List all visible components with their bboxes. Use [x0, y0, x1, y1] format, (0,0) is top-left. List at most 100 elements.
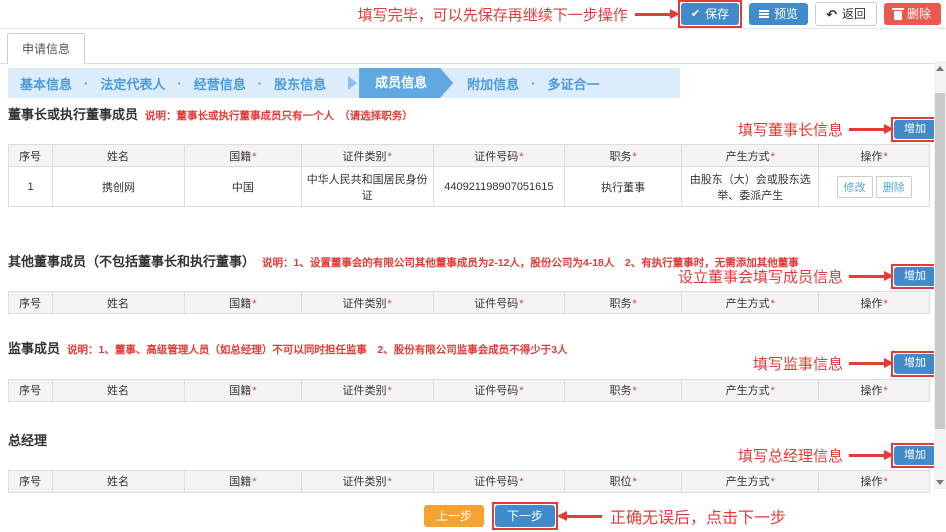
cell-actions: 修改 删除: [819, 167, 930, 207]
annotation-arrow-right-icon: [849, 275, 885, 278]
col-actions: 操作*: [819, 470, 930, 492]
step-member-info-active[interactable]: 成员信息: [359, 68, 453, 98]
vertical-scrollbar[interactable]: [934, 61, 946, 489]
section-title: 总经理: [8, 430, 47, 449]
step-chevron-icon: [348, 76, 357, 90]
step-shareholder-info[interactable]: 股东信息: [262, 74, 338, 93]
content-area: 基本信息 · 法定代表人 · 经营信息 · 股东信息 成员信息 附加信息 · 多…: [0, 68, 946, 493]
table-row: 1 携创网 中国 中华人民共和国居民身份证 440921198907051615…: [9, 167, 930, 207]
step-basic-info[interactable]: 基本信息: [8, 74, 84, 93]
add-button-highlight-box: 增加: [891, 117, 939, 142]
cell-id-type: 中华人民共和国居民身份证: [301, 167, 433, 207]
col-name: 姓名: [53, 145, 185, 167]
col-actions: 操作*: [819, 145, 930, 167]
step-legal-representative[interactable]: 法定代表人: [88, 74, 177, 93]
save-annotation-text: 填写完毕，可以先保存再继续下一步操作: [358, 4, 628, 25]
col-id-number: 证件号码*: [433, 292, 565, 314]
col-id-type: 证件类别*: [301, 145, 433, 167]
add-general-manager-button[interactable]: 增加: [894, 446, 936, 465]
col-id-type: 证件类别*: [301, 379, 433, 401]
col-position: 职位*: [565, 470, 682, 492]
col-method: 产生方式*: [682, 145, 819, 167]
col-seq: 序号: [9, 292, 53, 314]
add-annotation-text: 设立董事会填写成员信息: [678, 266, 843, 287]
col-method: 产生方式*: [682, 470, 819, 492]
save-button-label: 保存: [705, 7, 729, 21]
section-general-manager: 总经理 填写总经理信息 增加 序号 姓名 国籍* 证件类别* 证件号码* 职位*…: [8, 430, 930, 493]
table-header-row: 序号 姓名 国籍* 证件类别* 证件号码* 职务* 产生方式* 操作*: [9, 379, 930, 401]
steps-nav: 基本信息 · 法定代表人 · 经营信息 · 股东信息 成员信息 附加信息 · 多…: [8, 68, 680, 98]
col-id-number: 证件号码*: [433, 470, 565, 492]
col-seq: 序号: [9, 470, 53, 492]
delete-button-label: 删除: [907, 7, 931, 21]
section-other-directors: 其他董事成员（不包括董事长和执行董事） 说明：1、设置董事会的有限公司其他董事成…: [8, 251, 930, 314]
col-name: 姓名: [53, 379, 185, 401]
section-note: 说明：董事长或执行董事成员只有一个人 （请选择职务）: [145, 108, 413, 123]
col-id-number: 证件号码*: [433, 379, 565, 401]
col-id-type: 证件类别*: [301, 292, 433, 314]
preview-button-label: 预览: [774, 7, 798, 21]
next-step-button[interactable]: 下一步: [495, 505, 555, 527]
add-annotation-text: 填写董事长信息: [738, 119, 843, 140]
add-button-highlight-box: 增加: [891, 264, 939, 289]
section-chairman: 董事长或执行董事成员 说明：董事长或执行董事成员只有一个人 （请选择职务） 填写…: [8, 104, 930, 207]
col-seq: 序号: [9, 145, 53, 167]
step-additional-info[interactable]: 附加信息: [455, 74, 531, 93]
col-name: 姓名: [53, 470, 185, 492]
col-seq: 序号: [9, 379, 53, 401]
section-title: 监事成员: [8, 338, 60, 357]
edit-row-button[interactable]: 修改: [837, 176, 873, 198]
col-nationality: 国籍*: [184, 145, 301, 167]
save-button-highlight-box: ✔ 保存: [678, 0, 742, 28]
delete-button[interactable]: 删除: [884, 3, 941, 25]
footer: 上一步 下一步 正确无误后，点击下一步: [424, 502, 786, 530]
save-button[interactable]: ✔ 保存: [681, 3, 739, 25]
cell-name: 携创网: [53, 167, 185, 207]
general-manager-table: 序号 姓名 国籍* 证件类别* 证件号码* 职位* 产生方式* 操作*: [8, 470, 930, 493]
col-nationality: 国籍*: [184, 292, 301, 314]
step-multi-cert[interactable]: 多证合一: [535, 74, 611, 93]
section-title: 董事长或执行董事成员: [8, 104, 138, 123]
preview-button[interactable]: 预览: [749, 3, 808, 25]
scrollbar-down-icon[interactable]: [934, 475, 946, 489]
col-position: 职务*: [565, 379, 682, 401]
add-annotation-text: 填写监事信息: [753, 353, 843, 374]
annotation-arrow-right-icon: [849, 128, 885, 131]
tab-application-info[interactable]: 申请信息: [7, 33, 85, 64]
annotation-arrow-left-icon: [566, 515, 602, 518]
col-method: 产生方式*: [682, 292, 819, 314]
supervisors-table: 序号 姓名 国籍* 证件类别* 证件号码* 职务* 产生方式* 操作*: [8, 379, 930, 402]
col-method: 产生方式*: [682, 379, 819, 401]
back-button[interactable]: ↶ 返回: [815, 2, 877, 26]
scrollbar-up-icon[interactable]: [934, 61, 946, 75]
col-position: 职务*: [565, 292, 682, 314]
cell-method: 由股东（大）会或股东选举、委派产生: [682, 167, 819, 207]
section-title: 其他董事成员（不包括董事长和执行董事）: [8, 251, 255, 270]
section-supervisors: 监事成员 说明：1、董事、高级管理人员（如总经理）不可以同时担任监事 2、股份有…: [8, 338, 930, 401]
step-business-info[interactable]: 经营信息: [182, 74, 258, 93]
annotation-arrow-right-icon: [849, 454, 885, 457]
col-nationality: 国籍*: [184, 470, 301, 492]
prev-step-button[interactable]: 上一步: [424, 505, 484, 527]
add-director-button[interactable]: 增加: [894, 267, 936, 286]
cell-seq: 1: [9, 167, 53, 207]
list-lines-icon: [759, 13, 769, 15]
add-button-highlight-box: 增加: [891, 443, 939, 468]
col-id-number: 证件号码*: [433, 145, 565, 167]
other-directors-table: 序号 姓名 国籍* 证件类别* 证件号码* 职务* 产生方式* 操作*: [8, 291, 930, 314]
cell-position: 执行董事: [565, 167, 682, 207]
add-button-highlight-box: 增加: [891, 351, 939, 376]
trash-icon: [894, 11, 902, 20]
col-nationality: 国籍*: [184, 379, 301, 401]
section-note: 说明：1、董事、高级管理人员（如总经理）不可以同时担任监事 2、股份有限公司监事…: [67, 342, 568, 357]
delete-row-button[interactable]: 删除: [876, 176, 912, 198]
add-supervisor-button[interactable]: 增加: [894, 354, 936, 373]
add-chairman-button[interactable]: 增加: [894, 120, 936, 139]
undo-arrow-icon: ↶: [826, 8, 837, 21]
cell-id-number: 440921198907051615: [433, 167, 565, 207]
scrollbar-thumb[interactable]: [935, 93, 945, 429]
col-position: 职务*: [565, 145, 682, 167]
col-actions: 操作*: [819, 379, 930, 401]
col-id-type: 证件类别*: [301, 470, 433, 492]
col-name: 姓名: [53, 292, 185, 314]
